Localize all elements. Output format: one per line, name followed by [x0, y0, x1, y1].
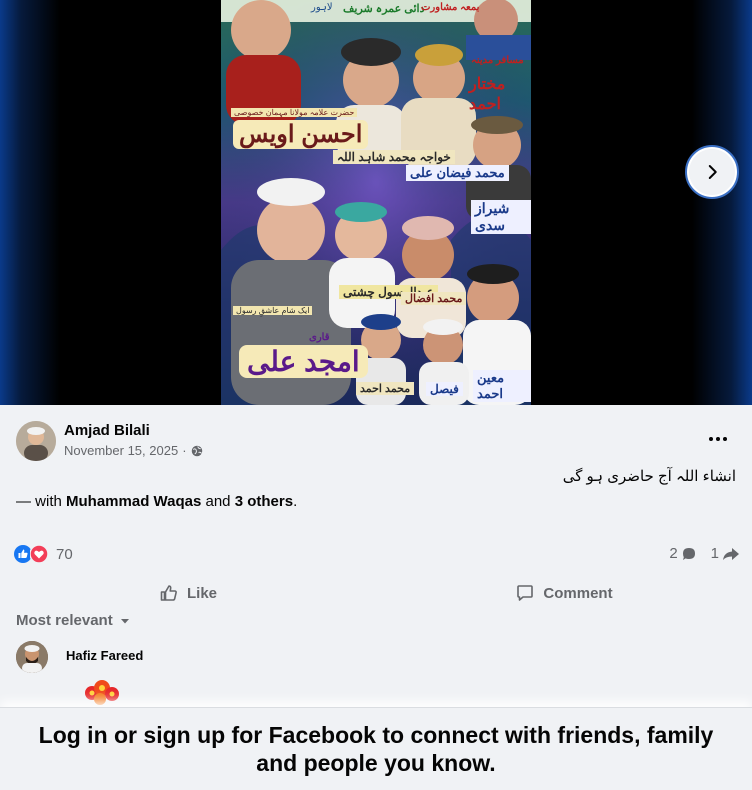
commenter-name[interactable]: Hafiz Fareed [66, 648, 143, 663]
post-text: انشاء اللہ آج حاضری ہو گی [562, 468, 736, 485]
comment-label: Comment [543, 584, 613, 602]
comment-bubble-icon [682, 547, 695, 560]
more-options-icon [709, 437, 727, 441]
poster-guest-4-name: محمد فیضان علی [406, 165, 509, 181]
poster-guest-9-name: محمد احمد [356, 382, 415, 395]
flower-sticker-graphic [85, 680, 119, 705]
caret-down-icon [120, 618, 129, 623]
poster-guest-10-name: فیصل [426, 382, 463, 396]
next-photo-button[interactable] [685, 145, 739, 199]
poster-guest-8-name: امجد علی [239, 345, 368, 378]
post-meta: November 15, 2025 · [64, 443, 203, 458]
more-options-button[interactable] [702, 431, 734, 447]
chevron-right-icon [708, 165, 717, 179]
viewer-right-glow [692, 0, 752, 405]
shares-count: 1 [710, 545, 719, 562]
post-author-name[interactable]: Amjad Bilali [64, 422, 150, 439]
tagged-people: — with Muhammad Waqas and 3 others. [16, 493, 297, 510]
comment-sticker-image [78, 677, 128, 707]
commenter-avatar[interactable] [16, 641, 48, 673]
shares-count-link[interactable]: 1 [711, 545, 740, 562]
tagged-others-link[interactable]: 3 others [235, 493, 293, 510]
author-avatar[interactable] [16, 421, 56, 461]
poster-guest-1-name: مختار احمد [469, 76, 506, 113]
poster-guest-5-name: شیراز سدی [471, 200, 531, 234]
tagged-conj: and [205, 493, 231, 510]
like-label: Like [186, 584, 217, 602]
commenter-avatar-image [16, 641, 48, 673]
meta-separator: · [182, 443, 187, 458]
post-photo[interactable]: دائی عمرہ شریف بمعہ مشاورت لاہور مسافر م… [221, 0, 531, 405]
login-prompt-text: Log in or sign up for Facebook to connec… [38, 722, 714, 776]
poster-guest-7-name: محمد افضال [401, 292, 467, 305]
poster-label-top-center: دائی عمرہ شریف [343, 3, 425, 15]
avatar-image [16, 421, 56, 461]
poster-guest-8-prefix: قاری [309, 332, 330, 343]
tagged-prefix: — with [16, 493, 62, 510]
poster-label-top-left: لاہور [311, 2, 333, 13]
tagged-suffix: . [293, 493, 298, 510]
viewer-left-glow [0, 0, 60, 405]
sort-label: Most relevant [16, 612, 113, 629]
poster-guest-8-title: ایک شام عاشقِ رسول [233, 306, 313, 315]
comment-sort-dropdown[interactable]: Most relevant [16, 612, 131, 629]
reactions-summary[interactable]: 70 [14, 545, 73, 563]
comment-icon [517, 585, 534, 601]
comments-count-link[interactable]: 2 [669, 545, 696, 562]
love-reaction-icon [30, 545, 48, 563]
engagement-counts: 2 1 [669, 545, 740, 562]
post-date[interactable]: November 15, 2025 [64, 443, 178, 458]
photo-viewer: دائی عمرہ شریف بمعہ مشاورت لاہور مسافر م… [0, 0, 752, 405]
comments-count: 2 [669, 545, 678, 562]
like-button[interactable]: Like [0, 573, 376, 613]
share-arrow-icon [723, 547, 739, 560]
poster-label-top-right: بمعہ مشاورت [421, 2, 480, 13]
tagged-person-link[interactable]: Muhammad Waqas [66, 493, 201, 510]
poster-guest-3-name: خواجہ محمد شاہد اللہ [333, 150, 455, 164]
globe-icon [191, 445, 202, 456]
reaction-count: 70 [56, 545, 73, 563]
poster-guest-1-title: مسافر مدینہ [471, 55, 524, 66]
poster-guest-2-title: حضرت علامہ مولانا مہمان خصوصی [231, 108, 358, 117]
comment-button[interactable]: Comment [376, 573, 752, 613]
post-actions-bar: Like Comment [0, 573, 752, 613]
poster-guest-11-name: معین احمد [473, 370, 531, 402]
login-prompt-banner: Log in or sign up for Facebook to connec… [0, 707, 752, 790]
poster-guest-2-name: احسن اویس [233, 120, 369, 149]
thumbs-up-icon [160, 585, 177, 601]
